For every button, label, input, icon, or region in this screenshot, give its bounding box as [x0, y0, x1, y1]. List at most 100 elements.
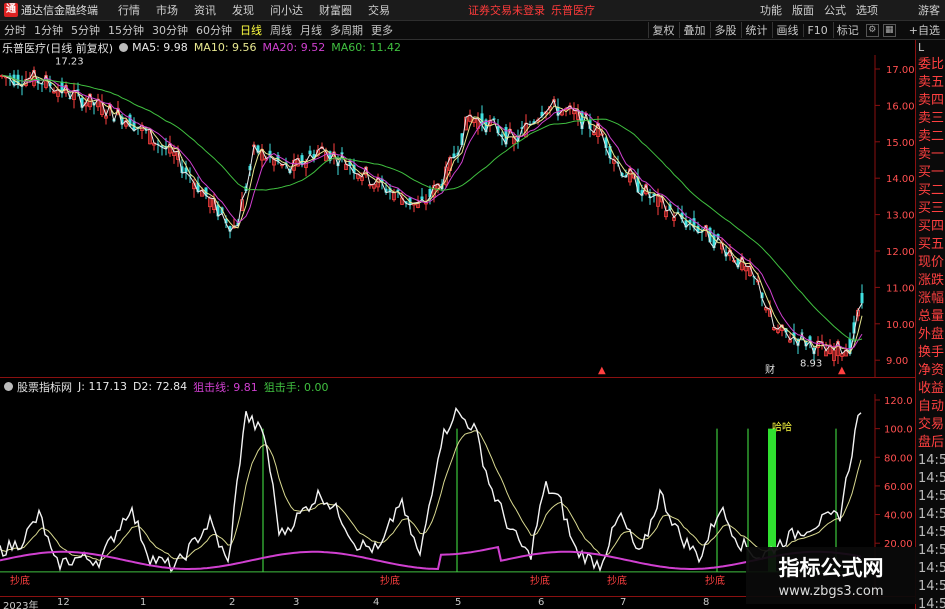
indicator-axis-label: 60.00 — [884, 482, 913, 493]
finance-marker: 财 — [765, 363, 775, 376]
menu-functions[interactable]: 功能 — [755, 2, 787, 18]
date-tick: 3 — [293, 597, 300, 608]
mark-button[interactable]: 标记 — [832, 22, 862, 38]
price-axis-label: 14.00 — [886, 174, 915, 185]
tick-time: 14:59 — [918, 471, 945, 486]
indicator-sniper-value: 狙击手: 0.00 — [263, 380, 329, 394]
tab-period-15min[interactable]: 15分钟 — [104, 22, 148, 38]
tab-period-multi[interactable]: 多周期 — [326, 22, 367, 38]
adjust-button[interactable]: 复权 — [648, 22, 677, 38]
indicator-info: 股票指标网 J: 117.13 D2: 72.84 狙击线: 9.81 狙击手:… — [0, 379, 335, 394]
price-axis-label: 10.00 — [886, 320, 915, 331]
quote-label: 交易 — [918, 417, 945, 432]
settings-icon[interactable]: ⚙ — [865, 23, 879, 37]
quote-label: 涨跌 — [918, 273, 945, 288]
tick-time: 14:59 — [918, 579, 945, 594]
tick-time: 14:59 — [918, 561, 945, 576]
quote-label: 卖三 — [918, 111, 945, 126]
quote-label: 买四 — [918, 219, 945, 234]
menu-wealth[interactable]: 财富圈 — [311, 2, 360, 18]
trade-login-status[interactable]: 证券交易未登录 — [468, 2, 545, 18]
date-tick: 8 — [703, 597, 710, 608]
tab-period-more[interactable]: 更多 — [367, 22, 397, 38]
quote-label: 盘后 — [918, 435, 945, 450]
tick-time: 14:59 — [918, 543, 945, 558]
tab-period-5min[interactable]: 5分钟 — [67, 22, 104, 38]
tab-period-30min[interactable]: 30分钟 — [148, 22, 192, 38]
bottom-signal-label: 抄底 — [705, 574, 725, 587]
quote-label: 卖二 — [918, 129, 945, 144]
quote-label: 买一 — [918, 165, 945, 180]
date-tick: 4 — [373, 597, 380, 608]
date-tick: 6 — [538, 597, 545, 608]
tab-period-monthly[interactable]: 月线 — [296, 22, 326, 38]
price-axis-label: 9.00 — [886, 356, 908, 367]
watermark-title: 指标公式网 — [778, 556, 884, 580]
menu-news[interactable]: 资讯 — [186, 2, 224, 18]
max-price-label: 17.23 — [55, 57, 84, 68]
f10-button[interactable]: F10 — [803, 23, 830, 37]
menu-market[interactable]: 市场 — [148, 2, 186, 18]
ma-settings-icon[interactable] — [119, 43, 129, 52]
guest-account[interactable]: 游客 — [913, 2, 945, 18]
top-menu-bar: 通 通达信金融终端 行情 市场 资讯 发现 问小达 财富圈 交易 证券交易未登录… — [0, 0, 945, 21]
menu-quotes[interactable]: 行情 — [110, 2, 148, 18]
quote-label: 卖五 — [918, 75, 945, 90]
price-axis-label: 13.00 — [886, 211, 915, 222]
quote-label: 卖一 — [918, 147, 945, 162]
indicator-d2-value: D2: 72.84 — [132, 380, 188, 393]
draw-line-button[interactable]: 画线 — [772, 22, 801, 38]
price-axis-label: 15.00 — [886, 138, 915, 149]
main-chart-info: 乐普医疗(日线 前复权) MA5: 9.98 MA10: 9.56 MA20: … — [0, 40, 407, 55]
date-tick: 12 — [57, 597, 70, 608]
tab-period-60min[interactable]: 60分钟 — [192, 22, 236, 38]
menu-layout[interactable]: 版面 — [787, 2, 819, 18]
menu-formula[interactable]: 公式 — [819, 2, 851, 18]
event-marker: ▲ — [598, 365, 606, 376]
multi-stock-button[interactable]: 多股 — [710, 22, 739, 38]
tab-period-intraday[interactable]: 分时 — [0, 22, 30, 38]
overlay-button[interactable]: 叠加 — [679, 22, 708, 38]
quote-label: 涨幅 — [918, 291, 945, 306]
bottom-signal-label: 抄底 — [10, 574, 30, 587]
tick-time: 14:59 — [918, 507, 945, 522]
menu-options[interactable]: 选项 — [851, 2, 883, 18]
signal-label: 哈哈 — [772, 421, 792, 434]
bottom-signal-label: 抄底 — [530, 574, 550, 587]
bottom-signal-label: 抄底 — [607, 574, 627, 587]
tab-period-1min[interactable]: 1分钟 — [30, 22, 67, 38]
menu-trade[interactable]: 交易 — [360, 2, 398, 18]
price-axis-label: 12.00 — [886, 247, 915, 258]
indicator-axis-label: 100.0 — [884, 425, 913, 436]
panel-header[interactable]: L — [916, 40, 945, 56]
quote-side-panel: L 委比 卖五 卖四 卖三 卖二 卖一 买一 买二 买三 买四 买五 现价 涨跌… — [915, 40, 945, 609]
menu-discover[interactable]: 发现 — [224, 2, 262, 18]
app-title: 通达信金融终端 — [21, 4, 98, 17]
indicator-settings-icon[interactable] — [4, 382, 13, 391]
quote-label: 外盘 — [918, 327, 945, 342]
tick-time: 14:59 — [918, 525, 945, 540]
quote-label: 换手 — [918, 345, 945, 360]
statistics-button[interactable]: 统计 — [741, 22, 770, 38]
tab-period-weekly[interactable]: 周线 — [266, 22, 296, 38]
tick-time: 14:59 — [918, 597, 945, 609]
period-toolbar: 分时 1分钟 5分钟 15分钟 30分钟 60分钟 日线 周线 月线 多周期 更… — [0, 21, 945, 40]
tab-period-daily[interactable]: 日线 — [236, 22, 266, 38]
quote-label: 买五 — [918, 237, 945, 252]
event-marker: ▲ — [838, 365, 846, 376]
bottom-signal-label: 抄底 — [380, 574, 400, 587]
price-axis-label: 17.00 — [886, 65, 915, 76]
candle-body — [860, 293, 864, 304]
add-watchlist-button[interactable]: +自选 — [904, 22, 945, 38]
menu-ask[interactable]: 问小达 — [262, 2, 311, 18]
indicator-line-value: 狙击线: 9.81 — [193, 380, 258, 394]
panel-divider — [0, 377, 915, 378]
indicator-axis-label: 40.00 — [884, 511, 913, 522]
candlestick-chart[interactable]: 17.00 16.00 15.00 14.00 13.00 12.00 11.00 10.00… — [0, 55, 915, 377]
watermark-url: www.zbgs3.com — [778, 584, 884, 599]
app-logo-icon: 通 — [4, 3, 18, 17]
chart-mode-icon[interactable]: ▦ — [882, 23, 896, 37]
min-price-label: 8.93 — [800, 359, 822, 370]
current-stock-title: 乐普医疗 — [551, 4, 595, 17]
indicator-axis-label: 120.0 — [884, 396, 913, 407]
